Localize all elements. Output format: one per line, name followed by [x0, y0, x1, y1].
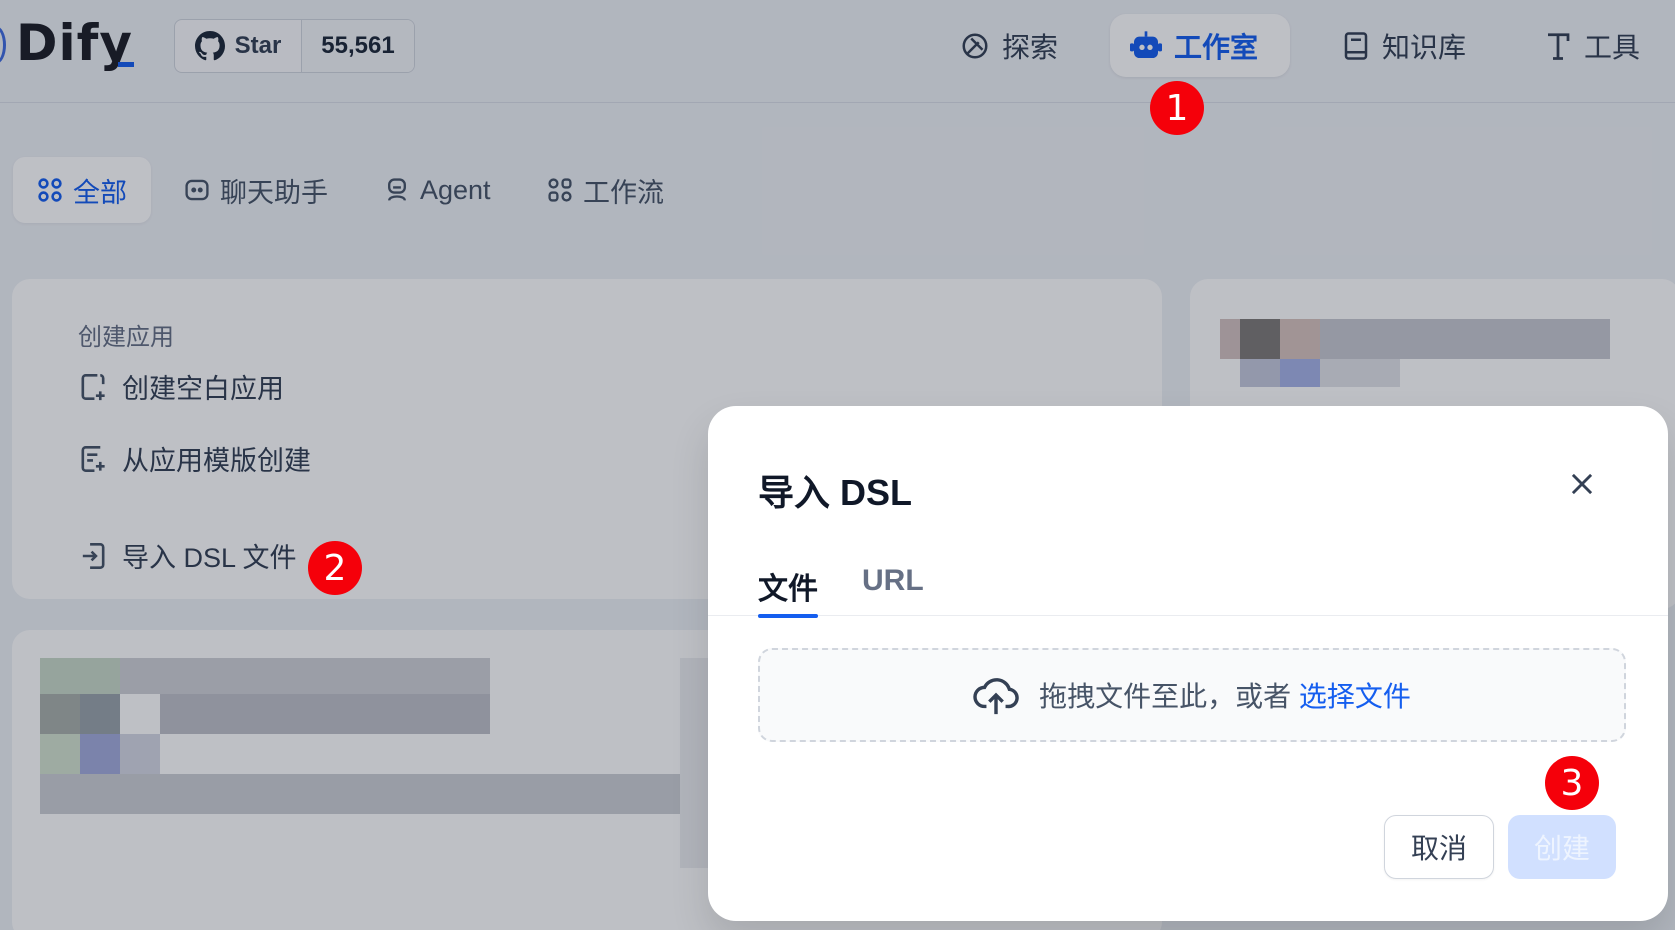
import-dsl-modal: 导入 DSL 文件 URL 拖拽文件至此，或者 选择文件 取消 创建	[708, 406, 1668, 921]
cancel-button[interactable]: 取消	[1384, 815, 1494, 879]
step-badge-2: 2	[308, 541, 362, 595]
modal-title: 导入 DSL	[758, 472, 913, 513]
step-badge-3: 3	[1545, 756, 1599, 810]
close-button[interactable]	[1562, 464, 1602, 504]
tab-url[interactable]: URL	[862, 564, 924, 616]
step-badge-1: 1	[1150, 81, 1204, 135]
close-icon	[1571, 473, 1593, 495]
modal-tabs: 文件 URL	[708, 556, 1668, 618]
tab-file[interactable]: 文件	[758, 564, 818, 618]
select-file-link[interactable]: 选择文件	[1299, 681, 1411, 712]
upload-cloud-icon	[973, 678, 1019, 715]
dropzone-text: 拖拽文件至此，或者	[1039, 681, 1292, 712]
file-dropzone[interactable]: 拖拽文件至此，或者 选择文件	[758, 648, 1626, 742]
create-button[interactable]: 创建	[1508, 815, 1616, 879]
